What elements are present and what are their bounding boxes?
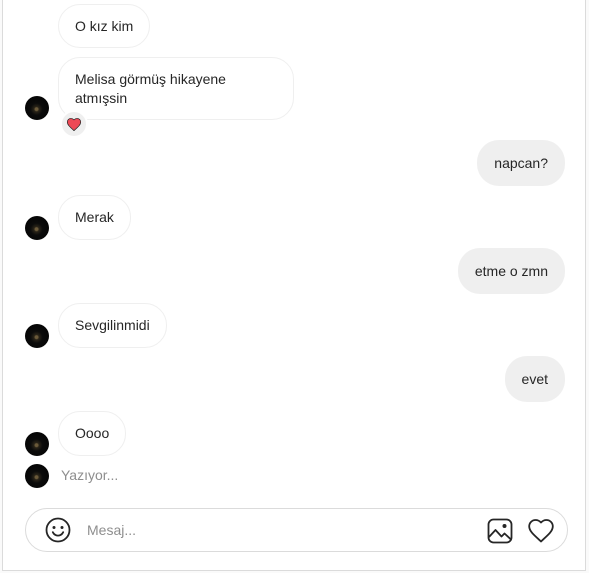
message-text: Sevgilinmidi <box>75 317 150 333</box>
message-text: napcan? <box>494 154 548 171</box>
heart-icon <box>67 117 81 131</box>
avatar[interactable] <box>25 464 49 488</box>
chat-panel: O kız kim Melisa görmüş hikayene atmışsi… <box>2 0 586 571</box>
message-incoming[interactable]: Merak <box>58 195 131 240</box>
message-incoming[interactable]: Sevgilinmidi <box>58 303 167 348</box>
message-text: etme o zmn <box>474 262 548 279</box>
message-incoming[interactable]: O kız kim <box>58 4 151 48</box>
avatar[interactable] <box>25 432 49 456</box>
message-text: O kız kim <box>75 17 134 34</box>
avatar[interactable] <box>25 324 49 348</box>
avatar[interactable] <box>25 96 49 120</box>
image-icon[interactable] <box>487 518 513 544</box>
heart-icon[interactable] <box>528 518 554 544</box>
emoji-icon[interactable] <box>45 517 71 543</box>
message-outgoing[interactable]: etme o zmn <box>457 248 565 294</box>
message-outgoing[interactable]: evet <box>504 356 565 402</box>
message-text: evet <box>521 370 548 387</box>
typing-indicator: Yazıyor... <box>61 467 119 483</box>
message-incoming[interactable]: Oooo <box>58 411 127 456</box>
message-incoming[interactable]: Melisa görmüş hikayene atmışsin <box>58 57 294 120</box>
message-outgoing[interactable]: napcan? <box>477 140 565 186</box>
message-text: Merak <box>75 209 114 225</box>
message-text: Melisa görmüş hikayene atmışsin <box>75 70 226 106</box>
reaction-badge[interactable] <box>60 110 88 138</box>
message-text: Oooo <box>75 425 110 441</box>
message-composer <box>25 508 568 552</box>
avatar[interactable] <box>25 216 49 240</box>
message-input[interactable] <box>87 517 467 543</box>
